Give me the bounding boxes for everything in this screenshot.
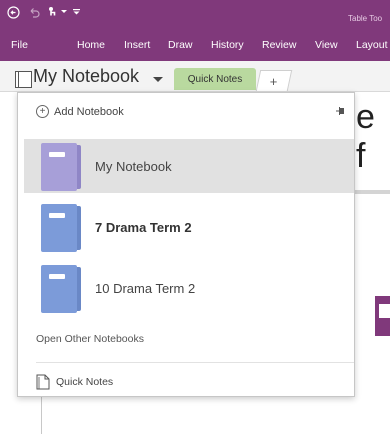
add-section-label: + [270, 73, 278, 89]
section-tab-quick-notes[interactable]: Quick Notes [174, 68, 256, 90]
divider [36, 362, 354, 363]
add-circle-icon: + [36, 105, 49, 118]
back-icon[interactable] [6, 5, 20, 19]
notebook-picker[interactable]: My Notebook [33, 66, 139, 87]
tab-history[interactable]: History [211, 39, 244, 51]
notebook-item-10-drama-term-2[interactable]: 10 Drama Term 2 [24, 261, 354, 315]
notebook-item-7-drama-term-2[interactable]: 7 Drama Term 2 [24, 200, 354, 254]
page-title-text: e f [356, 98, 375, 175]
quick-notes-icon [36, 374, 50, 390]
tab-insert[interactable]: Insert [124, 39, 150, 51]
touch-mode-icon[interactable] [46, 5, 58, 19]
page-divider [352, 190, 390, 194]
undo-icon[interactable] [28, 5, 40, 19]
notebook-icon [41, 143, 81, 191]
customize-qat-icon[interactable] [72, 5, 80, 19]
notebook-item-my-notebook[interactable]: My Notebook [24, 139, 354, 193]
tab-home[interactable]: Home [77, 39, 105, 51]
notebook-name: My Notebook [95, 159, 172, 174]
chevron-down-icon[interactable] [153, 77, 163, 82]
tab-file[interactable]: File [11, 39, 28, 51]
tab-view[interactable]: View [315, 39, 338, 51]
quick-notes-link[interactable]: Quick Notes [36, 374, 113, 390]
add-notebook-button[interactable]: + Add Notebook [36, 105, 124, 118]
notebook-name: 7 Drama Term 2 [95, 220, 192, 235]
qat-dropdown-icon[interactable] [60, 5, 68, 19]
notebook-icon [41, 204, 81, 252]
tab-draw[interactable]: Draw [168, 39, 193, 51]
add-notebook-label: Add Notebook [54, 105, 124, 118]
notebook-name: 10 Drama Term 2 [95, 281, 196, 296]
notebook-bar: My Notebook Quick Notes + [0, 61, 390, 92]
ribbon-tab-bar: File Home Insert Draw History Review Vie… [0, 35, 390, 61]
notebook-icon[interactable] [15, 71, 32, 88]
tab-layout[interactable]: Layout [356, 39, 388, 51]
page-margin-line [41, 392, 42, 434]
notebook-dropdown: + Add Notebook My Notebook 7 Drama Term … [17, 92, 355, 397]
open-other-notebooks-link[interactable]: Open Other Notebooks [36, 333, 144, 345]
notebook-icon [41, 265, 81, 313]
quick-notes-label: Quick Notes [56, 376, 114, 388]
pin-icon[interactable] [336, 107, 346, 115]
table-tools-context-label: Table Too [348, 14, 383, 23]
add-section-button[interactable]: + [255, 70, 293, 91]
title-bar: Table Too [0, 0, 390, 35]
page-embedded-image [375, 296, 390, 336]
tab-review[interactable]: Review [262, 39, 296, 51]
